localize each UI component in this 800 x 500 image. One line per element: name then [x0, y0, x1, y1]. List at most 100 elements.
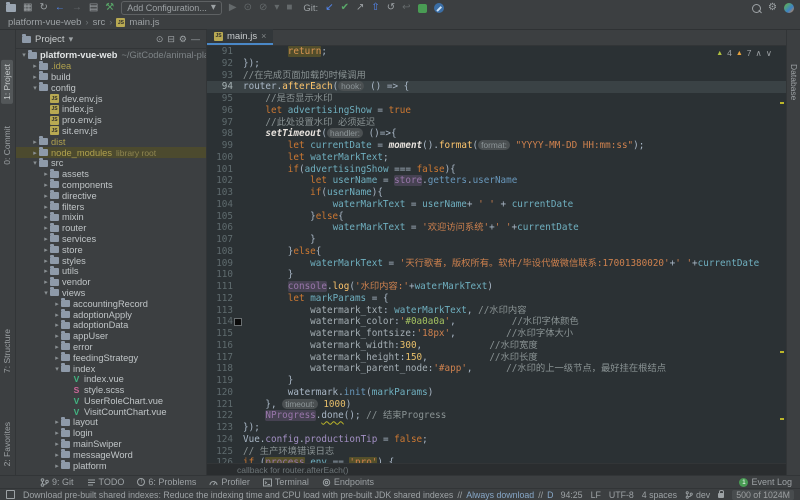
- green-plugin-icon[interactable]: [417, 3, 427, 13]
- code-line-104[interactable]: 104 waterMarkText = userName+ ' ' + curr…: [207, 199, 786, 211]
- tree-item-.idea[interactable]: ▸ .idea: [16, 60, 206, 72]
- indent-setting[interactable]: 4 spaces: [642, 490, 677, 500]
- chevron-collapsed-icon[interactable]: ▸: [31, 149, 39, 157]
- chevron-expanded-icon[interactable]: ▾: [20, 51, 28, 59]
- save-all-icon[interactable]: ▦: [23, 3, 32, 13]
- tree-item-pro.env.js[interactable]: JS pro.env.js: [16, 115, 206, 126]
- warning-stripe-mark[interactable]: [780, 102, 784, 104]
- chevron-collapsed-icon[interactable]: ▸: [53, 429, 61, 437]
- code-line-118[interactable]: 118 watermark_parent_node:'#app', //水印的上…: [207, 363, 786, 375]
- line-number[interactable]: 118: [207, 363, 233, 375]
- back-icon[interactable]: ←: [55, 3, 65, 13]
- line-number[interactable]: 93: [207, 70, 233, 82]
- sync-icon[interactable]: ↻: [39, 3, 47, 13]
- tree-item-styles[interactable]: ▸ styles: [16, 255, 206, 266]
- line-number[interactable]: 106: [207, 222, 233, 234]
- breadcrumb-src[interactable]: src: [93, 17, 106, 28]
- lock-icon[interactable]: [718, 490, 725, 498]
- tool-button-endpoints[interactable]: Endpoints: [322, 477, 374, 487]
- event-log-button[interactable]: 1 Event Log: [739, 477, 792, 487]
- chevron-collapsed-icon[interactable]: ▸: [31, 62, 39, 70]
- code-line-97[interactable]: 97 //此处设置水印 必须延迟: [207, 117, 786, 129]
- line-number[interactable]: 94: [207, 81, 233, 93]
- prev-warning-icon[interactable]: ∧: [756, 48, 762, 60]
- code-line-122[interactable]: 122 NProgress.done(); // 结束Progress: [207, 410, 786, 422]
- open-file-icon[interactable]: [6, 2, 16, 12]
- tree-item-layout[interactable]: ▸ layout: [16, 416, 206, 428]
- tree-item-platform[interactable]: ▸ platform: [16, 460, 206, 471]
- tree-item-dev.env.js[interactable]: JS dev.env.js: [16, 93, 206, 104]
- code-line-120[interactable]: 120 watermark.init(markParams): [207, 387, 786, 399]
- line-number[interactable]: 120: [207, 387, 233, 399]
- code-line-105[interactable]: 105 }else{: [207, 211, 786, 223]
- tool-tab-commit[interactable]: 0: Commit: [1, 122, 13, 169]
- line-number[interactable]: 102: [207, 175, 233, 187]
- tree-item-sit.env.js[interactable]: JS sit.env.js: [16, 126, 206, 137]
- code-line-116[interactable]: 116 watermark_width:300, //水印宽度: [207, 340, 786, 352]
- tree-item-adoptionApply[interactable]: ▸ adoptionApply: [16, 309, 206, 320]
- line-number[interactable]: 123: [207, 422, 233, 434]
- code-line-115[interactable]: 115 watermark_fontsize:'18px', //水印字体大小: [207, 328, 786, 340]
- tool-button-profiler[interactable]: Profiler: [209, 477, 250, 487]
- toolbar-plugin-icon[interactable]: [433, 3, 444, 13]
- tree-item-components[interactable]: ▸ components: [16, 179, 206, 191]
- line-number[interactable]: 100: [207, 152, 233, 164]
- code-line-125[interactable]: 125 // 生产环境错误日志: [207, 446, 786, 458]
- code-line-95[interactable]: 95 //是否显示水印: [207, 93, 786, 105]
- chevron-collapsed-icon[interactable]: ▸: [42, 170, 50, 178]
- code-line-108[interactable]: 108 }else{: [207, 246, 786, 258]
- line-number[interactable]: 108: [207, 246, 233, 258]
- chevron-collapsed-icon[interactable]: ▸: [42, 181, 50, 189]
- tree-item-UserRoleChart.vue[interactable]: V UserRoleChart.vue: [16, 396, 206, 407]
- file-encoding[interactable]: UTF-8: [609, 490, 634, 500]
- tree-item-dist[interactable]: ▸ dist: [16, 136, 206, 147]
- tool-tab-favorites[interactable]: 2: Favorites: [1, 418, 13, 470]
- chevron-collapsed-icon[interactable]: ▸: [42, 192, 50, 200]
- tree-item-error[interactable]: ▸ error: [16, 341, 206, 353]
- code-line-121[interactable]: 121 }, timeout: 1000): [207, 398, 786, 411]
- chevron-collapsed-icon[interactable]: ▸: [31, 73, 39, 81]
- line-number[interactable]: 116: [207, 340, 233, 352]
- code-line-109[interactable]: 109 waterMarkText = '天行歌者，版权所有。软件/毕设代做微信…: [207, 258, 786, 270]
- chevron-expanded-icon[interactable]: ▾: [42, 289, 50, 297]
- download-once-link[interactable]: Download once: [547, 490, 552, 500]
- code-line-94[interactable]: 94 router.afterEach(hook: () => {: [207, 81, 786, 93]
- tree-item-node_modules[interactable]: ▸ node_modules library root: [16, 147, 206, 158]
- chevron-expanded-icon[interactable]: ▾: [31, 159, 39, 167]
- close-tab-icon[interactable]: ×: [261, 31, 266, 41]
- line-number[interactable]: 113: [207, 305, 233, 317]
- caret-position[interactable]: 94:25: [561, 490, 583, 500]
- settings-gear-icon[interactable]: ⚙: [768, 3, 777, 13]
- line-number[interactable]: 114: [207, 316, 233, 328]
- build-hammer-icon[interactable]: ⚒: [105, 3, 114, 13]
- code-line-100[interactable]: 100 let waterMarkText;: [207, 152, 786, 164]
- tree-item-router[interactable]: ▸ router: [16, 222, 206, 234]
- chevron-collapsed-icon[interactable]: ▸: [42, 213, 50, 221]
- tool-button-git[interactable]: 9: Git: [40, 477, 74, 487]
- code-editor[interactable]: ▲ 4 ▲ 7 ∧ ∨ 91 return; 92}); 93//在完成页面加载的时…: [207, 46, 786, 463]
- line-number[interactable]: 109: [207, 258, 233, 270]
- color-preview-swatch[interactable]: [233, 316, 243, 328]
- code-line-91[interactable]: 91 return;: [207, 46, 786, 58]
- warning-stripe-mark[interactable]: [780, 418, 784, 420]
- code-line-124[interactable]: 124 Vue.config.productionTip = false;: [207, 434, 786, 446]
- code-line-99[interactable]: 99 let currentDate = moment().format(for…: [207, 140, 786, 152]
- line-number[interactable]: 117: [207, 352, 233, 364]
- git-shelve-icon[interactable]: ⇧: [371, 3, 379, 13]
- always-download-link[interactable]: Always download: [466, 490, 534, 500]
- error-stripe[interactable]: [780, 46, 784, 463]
- code-line-117[interactable]: 117 watermark_height:150, //水印长度: [207, 352, 786, 364]
- line-number[interactable]: 97: [207, 117, 233, 129]
- tree-item-directive[interactable]: ▸ directive: [16, 190, 206, 201]
- tool-button-problems[interactable]: ! 6: Problems: [137, 477, 196, 487]
- project-view-dropdown-icon[interactable]: ▾: [69, 34, 74, 45]
- tree-item-index.vue[interactable]: Vindex.vue: [16, 374, 206, 385]
- run-config-icon[interactable]: ▤: [89, 3, 98, 13]
- git-update-icon[interactable]: ↙: [325, 3, 333, 13]
- code-line-96[interactable]: 96 let advertisingShow = true: [207, 105, 786, 117]
- warning-stripe-mark[interactable]: [780, 351, 784, 353]
- chevron-collapsed-icon[interactable]: ▸: [53, 311, 61, 319]
- line-number[interactable]: 95: [207, 93, 233, 105]
- breadcrumb-file[interactable]: main.js: [129, 17, 159, 28]
- tool-button-todo[interactable]: TODO: [87, 477, 124, 487]
